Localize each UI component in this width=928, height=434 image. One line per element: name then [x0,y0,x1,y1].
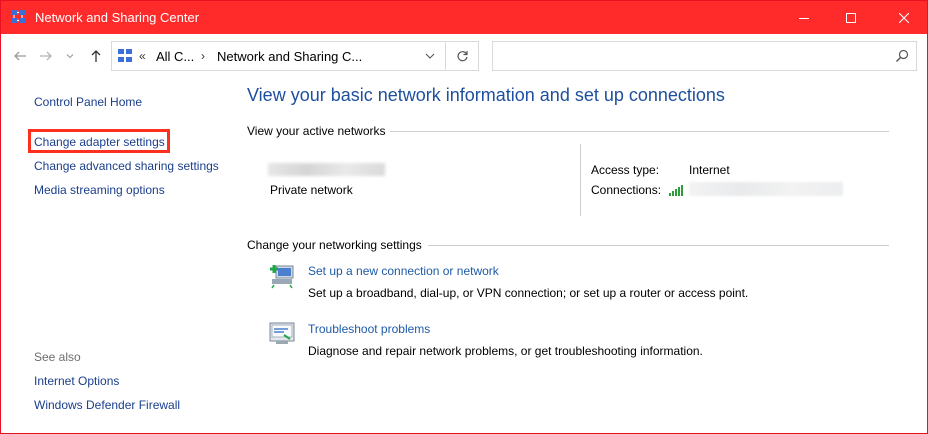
connections-label: Connections: [591,183,662,197]
back-arrow-icon [14,51,26,61]
breadcrumb-network-sharing[interactable]: Network and Sharing C... [217,49,362,64]
connection-name-redacted[interactable] [689,182,843,196]
network-app-icon [11,10,25,23]
change-adapter-settings-link[interactable]: Change adapter settings [34,135,165,149]
troubleshoot-description: Diagnose and repair network problems, or… [308,344,703,358]
setup-connection-description: Set up a broadband, dial-up, or VPN conn… [308,286,749,300]
firewall-link[interactable]: Windows Defender Firewall [34,398,180,412]
network-name-redacted [268,163,385,176]
control-panel-home-link[interactable]: Control Panel Home [34,95,142,109]
minimize-icon [799,17,809,19]
sidebar: Control Panel Home Change adapter settin… [1,80,221,433]
main-content: View your basic network information and … [247,80,927,433]
vertical-divider [580,144,581,216]
title-bar[interactable]: Network and Sharing Center [1,1,927,34]
up-button[interactable] [87,47,105,65]
chevron-down-icon [425,53,435,59]
close-icon [899,12,909,23]
breadcrumb-all-control-panel[interactable]: All C... [156,49,194,64]
forward-button[interactable] [37,47,55,65]
page-title: View your basic network information and … [247,85,725,105]
active-networks-heading: View your active networks [247,124,386,138]
control-panel-icon [118,49,132,62]
section-divider [428,245,889,246]
new-connection-icon [270,265,294,289]
wifi-signal-icon [669,185,683,196]
change-advanced-sharing-link[interactable]: Change advanced sharing settings [34,159,219,173]
window: Network and Sharing Center « All C... › … [0,0,928,434]
networking-settings-heading: Change your networking settings [247,238,422,252]
maximize-icon [846,12,856,23]
search-icon[interactable] [894,48,910,64]
window-title: Network and Sharing Center [35,10,200,25]
breadcrumb-overflow[interactable]: « [139,49,146,63]
internet-options-link[interactable]: Internet Options [34,374,119,388]
setup-connection-link[interactable]: Set up a new connection or network [308,264,499,278]
search-input[interactable] [499,47,883,67]
up-arrow-icon [91,50,101,62]
network-type[interactable]: Private network [270,183,353,197]
see-also-heading: See also [34,350,81,364]
access-type-value: Internet [689,163,730,177]
maximize-button[interactable] [828,1,874,34]
navigation-bar: « All C... › Network and Sharing C... [1,34,927,80]
breadcrumb-separator: › [201,49,205,63]
section-divider [390,131,889,132]
recent-locations-button[interactable] [61,47,79,65]
minimize-button[interactable] [781,1,827,34]
troubleshoot-link[interactable]: Troubleshoot problems [308,322,430,336]
chevron-down-icon [66,54,74,59]
close-button[interactable] [881,1,927,34]
address-dropdown-button[interactable] [417,42,443,70]
search-box[interactable] [492,41,917,71]
access-type-label: Access type: [591,163,660,177]
refresh-icon [457,50,468,61]
media-streaming-link[interactable]: Media streaming options [34,183,165,197]
forward-arrow-icon [40,51,52,61]
refresh-button[interactable] [445,42,479,70]
address-bar[interactable]: « All C... › Network and Sharing C... [111,41,479,71]
back-button[interactable] [11,47,29,65]
troubleshoot-icon [269,322,295,344]
